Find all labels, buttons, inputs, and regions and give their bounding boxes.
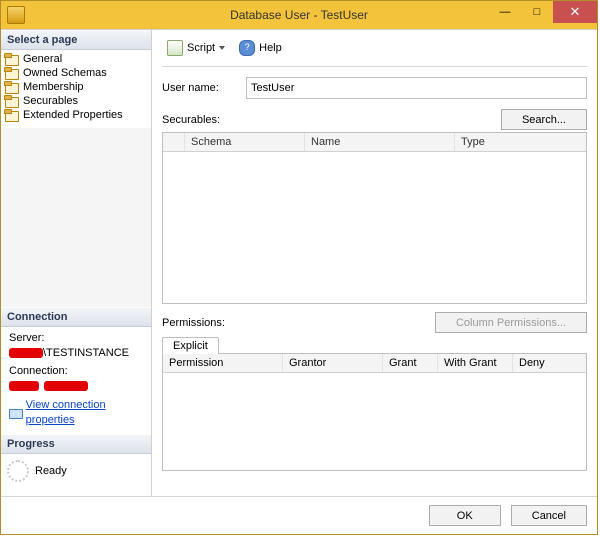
toolbar: Script ? Help bbox=[162, 36, 587, 67]
page-icon bbox=[5, 67, 19, 79]
sidebar: Select a page General Owned Schemas Memb… bbox=[1, 30, 152, 496]
dialog-window: Database User - TestUser — □ ✕ Select a … bbox=[0, 0, 598, 535]
permissions-label: Permissions: bbox=[162, 317, 225, 329]
connection-value bbox=[9, 379, 145, 394]
sidebar-item-general[interactable]: General bbox=[1, 52, 151, 66]
script-button-label: Script bbox=[187, 42, 215, 54]
redacted-text bbox=[44, 381, 88, 391]
chevron-down-icon bbox=[219, 46, 225, 50]
securables-col-schema[interactable]: Schema bbox=[185, 133, 305, 151]
progress-header: Progress bbox=[1, 434, 151, 454]
connection-header: Connection bbox=[1, 307, 151, 327]
permissions-col-deny[interactable]: Deny bbox=[513, 354, 586, 372]
username-row: User name: bbox=[162, 77, 587, 99]
page-list: General Owned Schemas Membership Securab… bbox=[1, 50, 151, 128]
page-icon bbox=[5, 95, 19, 107]
permissions-grid-header: Permission Grantor Grant With Grant Deny bbox=[163, 354, 586, 373]
app-icon bbox=[7, 6, 25, 24]
cancel-button[interactable]: Cancel bbox=[511, 505, 587, 526]
main-content: Script ? Help User name: Securables: Sea… bbox=[152, 30, 597, 496]
securables-label-row: Securables: Search... bbox=[162, 109, 587, 130]
server-value: \TESTINSTANCE bbox=[9, 346, 145, 361]
sidebar-spacer bbox=[1, 128, 151, 307]
connection-icon bbox=[9, 407, 22, 419]
help-icon: ? bbox=[239, 40, 255, 56]
minimize-button[interactable]: — bbox=[489, 1, 521, 23]
search-button[interactable]: Search... bbox=[501, 109, 587, 130]
select-page-header: Select a page bbox=[1, 30, 151, 50]
sidebar-item-label: Securables bbox=[23, 95, 78, 107]
securables-grid[interactable]: Schema Name Type bbox=[162, 132, 587, 304]
page-icon bbox=[5, 81, 19, 93]
script-icon bbox=[167, 40, 183, 56]
connection-label: Connection: bbox=[9, 364, 145, 379]
server-suffix: \TESTINSTANCE bbox=[43, 347, 129, 359]
permissions-col-grantor[interactable]: Grantor bbox=[283, 354, 383, 372]
permissions-col-withgrant[interactable]: With Grant bbox=[438, 354, 513, 372]
redacted-text bbox=[9, 348, 43, 358]
securables-grid-header: Schema Name Type bbox=[163, 133, 586, 152]
sidebar-item-label: Membership bbox=[23, 81, 84, 93]
redacted-text bbox=[9, 381, 39, 391]
titlebar[interactable]: Database User - TestUser — □ ✕ bbox=[1, 1, 597, 29]
view-connection-properties-row: View connection properties bbox=[9, 398, 145, 428]
dialog-footer: OK Cancel bbox=[1, 496, 597, 534]
progress-status: Ready bbox=[35, 465, 67, 477]
securables-col-blank[interactable] bbox=[163, 133, 185, 151]
sidebar-item-extended-properties[interactable]: Extended Properties bbox=[1, 108, 151, 122]
tab-explicit[interactable]: Explicit bbox=[162, 337, 219, 354]
permissions-tabs: Explicit Permission Grantor Grant With G… bbox=[162, 337, 587, 471]
securables-col-type[interactable]: Type bbox=[455, 133, 586, 151]
column-permissions-button: Column Permissions... bbox=[435, 312, 587, 333]
ok-button[interactable]: OK bbox=[429, 505, 501, 526]
sidebar-item-label: General bbox=[23, 53, 62, 65]
username-label: User name: bbox=[162, 82, 240, 94]
server-label: Server: bbox=[9, 331, 145, 346]
sidebar-item-owned-schemas[interactable]: Owned Schemas bbox=[1, 66, 151, 80]
help-button-label: Help bbox=[259, 42, 282, 54]
page-icon bbox=[5, 53, 19, 65]
permissions-col-grant[interactable]: Grant bbox=[383, 354, 438, 372]
window-buttons: — □ ✕ bbox=[489, 1, 597, 29]
username-input[interactable] bbox=[246, 77, 587, 99]
sidebar-item-securables[interactable]: Securables bbox=[1, 94, 151, 108]
maximize-button[interactable]: □ bbox=[521, 1, 553, 23]
sidebar-item-membership[interactable]: Membership bbox=[1, 80, 151, 94]
view-connection-properties-link[interactable]: View connection properties bbox=[26, 398, 145, 428]
sidebar-item-label: Owned Schemas bbox=[23, 67, 107, 79]
page-icon bbox=[5, 109, 19, 121]
permissions-grid[interactable]: Permission Grantor Grant With Grant Deny bbox=[162, 353, 587, 471]
close-button[interactable]: ✕ bbox=[553, 1, 597, 23]
permissions-label-row: Permissions: Column Permissions... bbox=[162, 312, 587, 333]
progress-spinner-icon bbox=[7, 460, 29, 482]
permissions-col-permission[interactable]: Permission bbox=[163, 354, 283, 372]
help-button[interactable]: ? Help bbox=[234, 38, 287, 58]
sidebar-item-label: Extended Properties bbox=[23, 109, 123, 121]
progress-panel: Ready bbox=[1, 454, 151, 496]
connection-panel: Server: \TESTINSTANCE Connection: View c… bbox=[1, 327, 151, 434]
dialog-body: Select a page General Owned Schemas Memb… bbox=[1, 29, 597, 496]
script-button[interactable]: Script bbox=[162, 38, 230, 58]
securables-label: Securables: bbox=[162, 114, 220, 126]
securables-col-name[interactable]: Name bbox=[305, 133, 455, 151]
